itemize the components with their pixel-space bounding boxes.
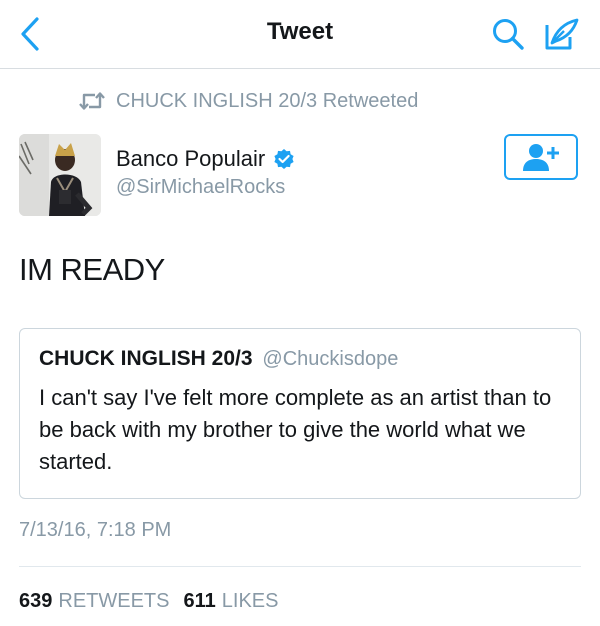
search-button[interactable]: [486, 12, 530, 56]
author-name-text: Banco Populair: [116, 146, 266, 171]
retweets-count[interactable]: 639: [19, 590, 52, 613]
quoted-tweet[interactable]: CHUCK INGLISH 20/3 @Chuckisdope I can't …: [19, 328, 581, 499]
add-user-icon: [523, 144, 559, 171]
likes-count[interactable]: 611: [184, 590, 216, 613]
quoted-tweet-header: CHUCK INGLISH 20/3 @Chuckisdope: [39, 346, 561, 372]
follow-button[interactable]: [504, 134, 578, 180]
search-icon: [493, 19, 524, 50]
author-handle[interactable]: @SirMichaelRocks: [116, 176, 285, 199]
tweet-text: IM READY: [19, 252, 165, 287]
retweet-context[interactable]: CHUCK INGLISH 20/3 Retweeted: [78, 88, 418, 114]
retweet-icon: [79, 92, 105, 110]
quoted-author-name: CHUCK INGLISH 20/3: [39, 347, 253, 370]
tweet-timestamp: 7/13/16, 7:18 PM: [19, 519, 172, 541]
tweet-stats: 639 RETWEETS 611 LIKES: [19, 590, 292, 613]
avatar[interactable]: [19, 134, 101, 216]
author-name[interactable]: Banco Populair: [116, 146, 295, 172]
compose-icon: [545, 18, 579, 50]
retweet-context-text: CHUCK INGLISH 20/3 Retweeted: [116, 89, 419, 112]
quoted-author-handle: @Chuckisdope: [262, 348, 399, 370]
quoted-tweet-text: I can't say I've felt more complete as a…: [39, 385, 552, 474]
avatar-photo: [19, 134, 101, 216]
verified-badge-icon: [274, 149, 294, 169]
divider: [19, 566, 581, 567]
likes-label[interactable]: LIKES: [222, 590, 279, 613]
navigation-bar: Tweet: [0, 0, 600, 69]
compose-button[interactable]: [540, 12, 584, 56]
retweets-label[interactable]: RETWEETS: [58, 590, 169, 613]
